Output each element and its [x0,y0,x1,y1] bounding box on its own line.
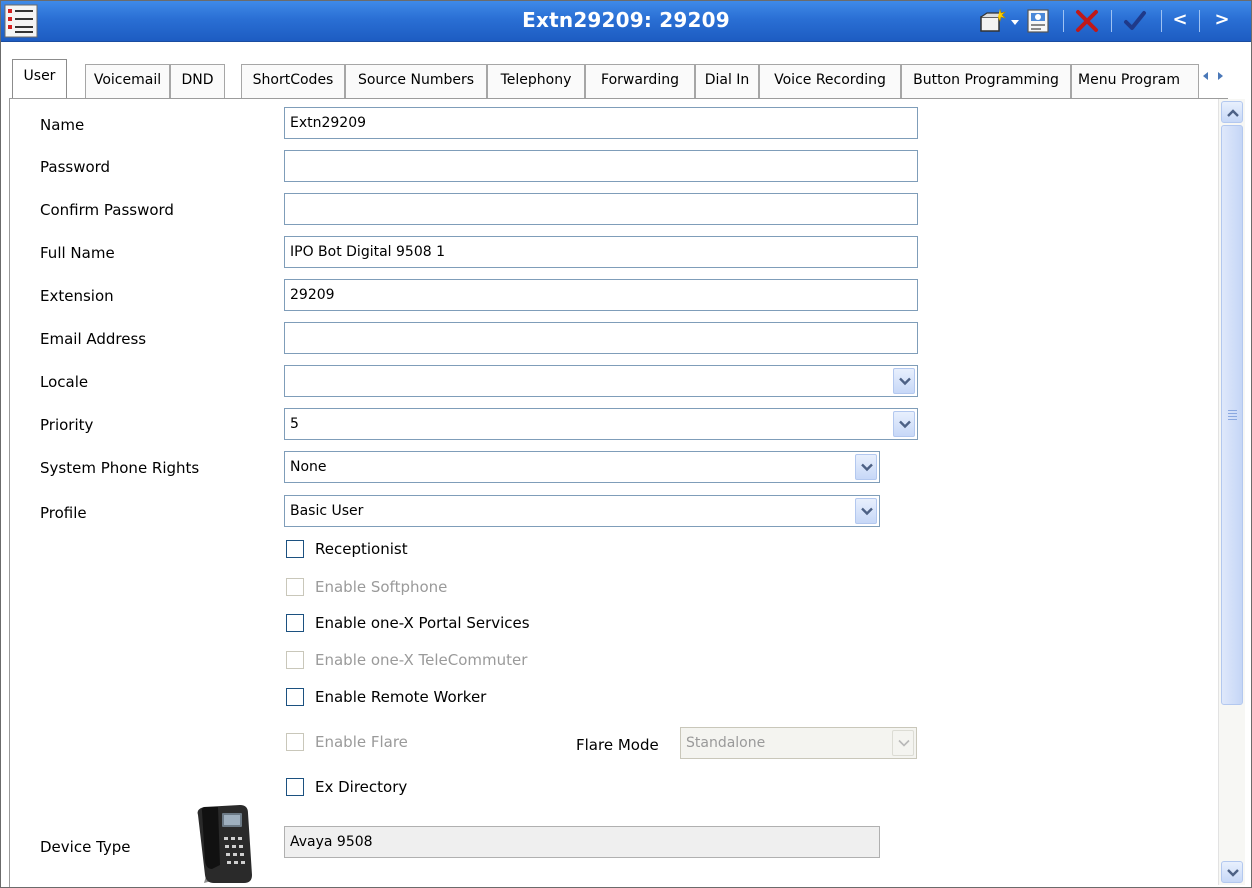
toolbar-separator [1063,10,1064,32]
priority-value: 5 [290,416,299,432]
ex-directory-checkbox[interactable] [286,778,304,796]
scroll-down-icon[interactable] [1221,861,1243,883]
name-field[interactable] [284,107,918,139]
chevron-down-icon[interactable] [893,368,915,394]
system-phone-rights-value: None [290,459,327,475]
vertical-scrollbar[interactable] [1218,99,1245,885]
profile-value: Basic User [290,503,364,519]
ex-directory-label: Ex Directory [315,778,408,796]
flare-mode-select[interactable]: Standalone [680,727,917,759]
tab-scroll-arrows[interactable] [1199,66,1229,86]
cancel-x-icon[interactable] [1073,7,1101,35]
device-type-field: Avaya 9508 [284,826,880,858]
extension-window: Extn29209: 29209 < > User Voicemail DND … [0,0,1252,888]
tab-source-numbers[interactable]: Source Numbers [345,64,487,98]
tab-telephony[interactable]: Telephony [487,64,585,98]
enable-flare-label: Enable Flare [315,733,408,751]
system-phone-rights-label: System Phone Rights [40,459,200,477]
confirm-password-label: Confirm Password [40,201,174,219]
tab-menu-programming[interactable]: Menu Program [1071,64,1199,98]
email-field[interactable] [284,322,918,354]
device-type-label: Device Type [40,838,131,856]
tab-dnd[interactable]: DND [170,64,225,98]
dropdown-arrow-icon[interactable] [1009,7,1021,35]
scrollbar-thumb[interactable] [1221,125,1243,705]
tab-button-programming[interactable]: Button Programming [901,64,1071,98]
enable-telecommuter-label: Enable one-X TeleCommuter [315,651,528,669]
tab-voice-recording[interactable]: Voice Recording [759,64,901,98]
grip-icon [1228,410,1237,422]
tab-forwarding[interactable]: Forwarding [585,64,695,98]
previous-button[interactable]: < [1169,9,1191,37]
enable-softphone-label: Enable Softphone [315,578,448,596]
flare-mode-label: Flare Mode [576,736,659,754]
full-name-label: Full Name [40,244,115,262]
tab-dial-in[interactable]: Dial In [695,64,759,98]
password-label: Password [40,158,111,176]
next-button[interactable]: > [1211,9,1233,37]
priority-label: Priority [40,416,94,434]
system-phone-rights-select[interactable]: None [284,451,880,483]
chevron-down-icon[interactable] [892,730,914,756]
enable-portal-services-checkbox[interactable] [286,614,304,632]
name-label: Name [40,116,85,134]
tab-user[interactable]: User [12,59,67,99]
title-bar: Extn29209: 29209 < > [1,1,1251,42]
user-tab-panel: Name Password Confirm Password Full Name… [9,99,1229,887]
toolbar-separator [1199,10,1200,32]
full-name-field[interactable] [284,236,918,268]
confirm-password-field[interactable] [284,193,918,225]
tab-shortcodes[interactable]: ShortCodes [241,64,345,98]
locale-label: Locale [40,373,89,391]
receptionist-label: Receptionist [315,540,408,558]
flare-mode-value: Standalone [686,735,766,751]
priority-select[interactable]: 5 [284,408,918,440]
email-label: Email Address [40,330,147,348]
export-icon[interactable] [1025,7,1053,35]
password-field[interactable] [284,150,918,182]
toolbar-separator [1161,10,1162,32]
enable-remote-worker-label: Enable Remote Worker [315,688,487,706]
enable-remote-worker-checkbox[interactable] [286,688,304,706]
profile-select[interactable]: Basic User [284,495,880,527]
extension-label: Extension [40,287,114,305]
enable-portal-services-label: Enable one-X Portal Services [315,614,530,632]
enable-softphone-checkbox[interactable] [286,578,304,596]
profile-label: Profile [40,504,87,522]
scroll-up-icon[interactable] [1221,101,1243,123]
new-record-icon[interactable] [979,7,1007,35]
enable-flare-checkbox[interactable] [286,733,304,751]
chevron-down-icon[interactable] [855,498,877,524]
extension-field[interactable] [284,279,918,311]
locale-select[interactable] [284,365,918,397]
enable-telecommuter-checkbox[interactable] [286,651,304,669]
toolbar-separator [1111,10,1112,32]
desk-phone-icon [190,803,260,885]
ok-check-icon[interactable] [1121,7,1149,35]
receptionist-checkbox[interactable] [286,540,304,558]
chevron-down-icon[interactable] [855,454,877,480]
tab-voicemail[interactable]: Voicemail [85,64,170,98]
chevron-down-icon[interactable] [893,411,915,437]
